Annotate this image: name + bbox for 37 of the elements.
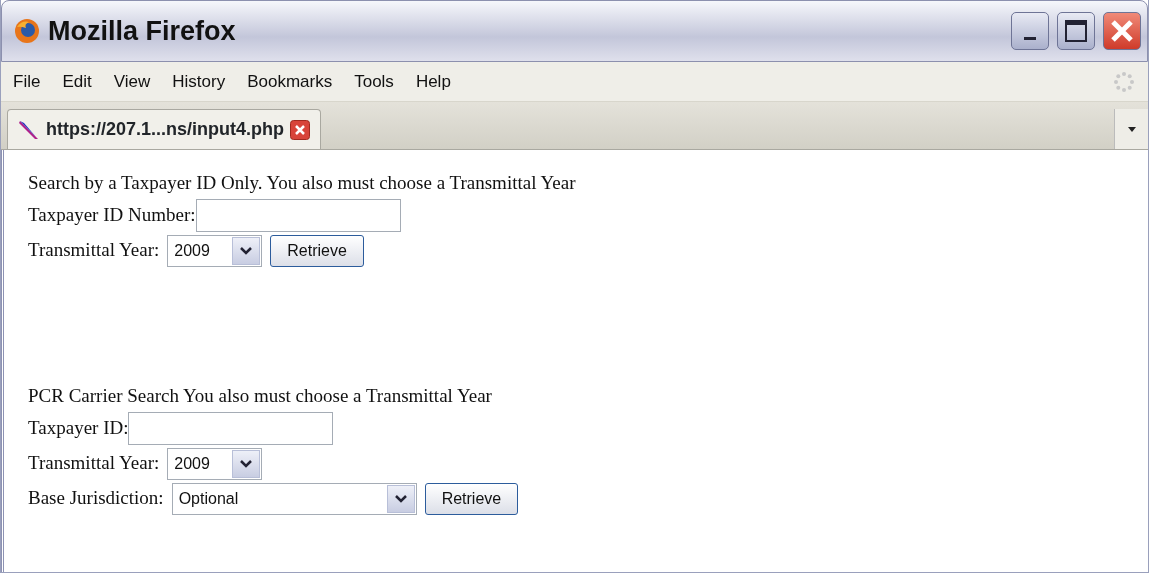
menu-item[interactable]: Tools [354,68,394,95]
maximize-button[interactable] [1057,12,1095,50]
throbber-icon [1112,69,1136,94]
maximize-icon [1064,19,1088,43]
browser-tab[interactable]: https://207.1...ns/input4.php [7,109,322,149]
chevron-down-icon [240,459,253,468]
tab-close-icon[interactable] [290,119,311,140]
close-icon [1109,18,1135,44]
field-label: Taxpayer ID: [28,416,129,441]
text-field[interactable] [195,199,401,232]
dropdown[interactable]: 2009 [167,234,263,267]
menu-item[interactable]: Help [415,68,451,95]
window-title: Mozilla Firefox [48,14,236,48]
retrieve-button[interactable]: Retrieve [424,482,519,515]
dropdown[interactable]: 2009 [167,447,263,480]
minimize-icon [1024,36,1036,40]
menu-item[interactable]: View [113,68,151,95]
field-label: Transmittal Year: [28,451,160,476]
menu-item[interactable]: History [172,68,226,95]
menu-item[interactable]: File [13,68,41,95]
caret-icon [1127,126,1136,132]
field-label: Base Jurisdiction: [28,486,164,511]
form-heading: Search by a Taxpayer ID Only. You also must choose a Transmittal Year [28,170,576,195]
text-field[interactable] [128,412,334,445]
chevron-down-icon [394,494,407,503]
field-label: Taxpayer ID Number: [28,203,196,228]
menu-item[interactable]: Edit [62,68,92,95]
feather-icon [18,118,40,141]
dropdown[interactable]: Optional [171,482,417,515]
field-label: Transmittal Year: [28,238,160,263]
retrieve-button[interactable]: Retrieve [270,234,364,267]
menu-item[interactable]: Bookmarks [247,68,333,95]
minimize-button[interactable] [1011,12,1049,50]
browser-logo-icon [14,18,40,44]
form-heading: PCR Carrier Search You also must choose a Transmittal Year [28,383,492,408]
close-button[interactable] [1103,12,1141,50]
chevron-down-icon [240,246,253,255]
